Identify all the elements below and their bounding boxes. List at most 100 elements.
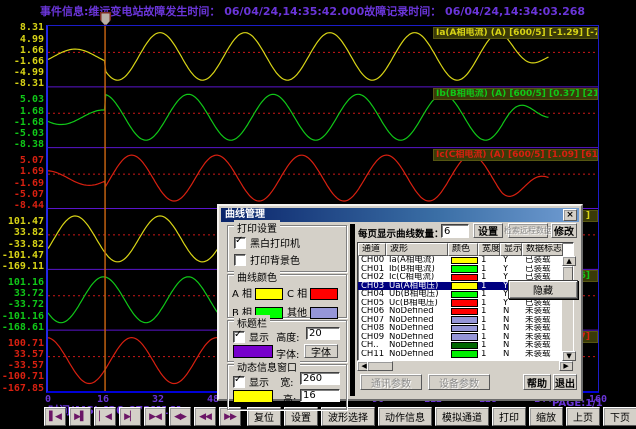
table-cell: [448, 290, 478, 299]
table-cell: 1: [478, 290, 500, 299]
checkbox-icon[interactable]: [234, 254, 246, 266]
vcr-button-5-icon[interactable]: ▶◀: [144, 407, 166, 426]
toolbar-button-5[interactable]: 模拟通道: [435, 407, 489, 426]
scroll-up-icon[interactable]: ▲: [562, 256, 576, 266]
row-color-swatch: [451, 299, 478, 307]
y-label-CH00: -1.66: [0, 56, 44, 67]
channel-table-body[interactable]: CH00Ia(A相电流)1Y已装载CH01Ib(B相电流)1Y已装载CH02Ic…: [358, 256, 573, 358]
info-width-input[interactable]: [300, 372, 340, 385]
exit-button[interactable]: 退出: [553, 374, 577, 390]
menu-item-hide[interactable]: 隐藏: [533, 282, 553, 297]
y-label-CH00: -8.31: [0, 78, 44, 89]
y-label-CH02: -5.07: [0, 189, 44, 200]
table-cell: [448, 316, 478, 325]
toolbar-button-9[interactable]: 下页: [603, 407, 636, 426]
row-color-swatch: [451, 325, 478, 333]
row-color-swatch: [451, 265, 478, 273]
table-cell: CH02: [358, 273, 386, 282]
row-color-swatch: [451, 342, 478, 350]
dynamic-info-title: 动态信息窗口: [234, 359, 300, 374]
table-cell: N: [500, 341, 522, 350]
table-cell: 1: [478, 256, 500, 265]
device-params-button[interactable]: 设备参数: [428, 374, 490, 390]
table-row-CH05[interactable]: CH05Uc(B相电压)1Y已装载: [358, 299, 573, 308]
cursor-pin-marker[interactable]: [100, 12, 111, 26]
table-cell: 1: [478, 282, 500, 291]
titlebar-color-swatch[interactable]: [233, 345, 273, 358]
col-header-1[interactable]: 通道: [358, 243, 386, 256]
table-row-CH01[interactable]: CH01Ib(B相电流)1Y已装载: [358, 265, 573, 274]
scroll-right-icon[interactable]: ▶: [559, 361, 573, 371]
col-header-5[interactable]: 显示: [500, 243, 522, 256]
scroll-down-icon[interactable]: ▼: [562, 351, 576, 361]
col-header-6[interactable]: 数据标志: [522, 243, 563, 256]
modify-button[interactable]: 修改: [551, 223, 577, 238]
comm-params-button[interactable]: 通讯参数: [360, 374, 422, 390]
table-cell: 未装载: [522, 316, 563, 325]
row-color-swatch: [451, 316, 478, 324]
vcr-button-6-icon[interactable]: ◀▶: [169, 407, 191, 426]
v-scrollbar[interactable]: ▲ ▼: [562, 256, 573, 361]
info-color-swatch[interactable]: [233, 390, 273, 403]
y-label-CH02: -8.44: [0, 200, 44, 211]
table-cell: CH00: [358, 256, 386, 265]
table-row-CH..[interactable]: CH..NoDefined1N未装载: [358, 341, 573, 350]
table-row-CH00[interactable]: CH00Ia(A相电流)1Y已装载: [358, 256, 573, 265]
y-label-CH03: -33.82: [0, 239, 44, 250]
show-checkbox[interactable]: [233, 331, 245, 343]
y-label-CH02: -1.69: [0, 178, 44, 189]
table-row-CH07[interactable]: CH07NoDefined1N未装载: [358, 316, 573, 325]
phase-label: 其他: [287, 308, 307, 319]
toolbar-button-8[interactable]: 上页: [566, 407, 600, 426]
retrieve-remote-button[interactable]: 检索远程数据: [508, 223, 548, 238]
help-button[interactable]: 帮助: [523, 374, 551, 390]
table-cell: NoDefined: [386, 316, 448, 325]
toolbar-button-7[interactable]: 缩放: [529, 407, 563, 426]
col-header-4[interactable]: 宽度: [478, 243, 500, 256]
show-checkbox[interactable]: [233, 376, 245, 388]
table-cell: N: [500, 307, 522, 316]
col-header-2[interactable]: 波形: [386, 243, 448, 256]
toolbar-button-6[interactable]: 打印: [492, 407, 526, 426]
per-page-input[interactable]: [441, 224, 469, 238]
channel-table-header[interactable]: 通道波形颜色宽度显示数据标志: [358, 243, 573, 256]
vcr-button-2-icon[interactable]: ▶▌: [69, 407, 91, 426]
info-height-input[interactable]: [300, 389, 340, 402]
table-cell: NoDefined: [386, 350, 448, 359]
table-row-CH06[interactable]: CH06NoDefined1N未装载: [358, 307, 573, 316]
table-cell: 未装载: [522, 307, 563, 316]
checkbox-icon[interactable]: [234, 237, 246, 249]
table-cell: Y: [500, 299, 522, 308]
table-cell: Ic(C相电流): [386, 273, 448, 282]
vcr-button-3-icon[interactable]: ▏◀: [94, 407, 116, 426]
print-bg-checkbox[interactable]: 打印背景色: [234, 252, 300, 267]
font-button[interactable]: 字体: [304, 344, 338, 358]
table-row-CH09[interactable]: CH09NoDefined1N未装载: [358, 333, 573, 342]
vcr-button-4-icon[interactable]: ▶▏: [119, 407, 141, 426]
bw-printer-checkbox[interactable]: 黑白打印机: [234, 235, 300, 250]
trace-CH01: [48, 94, 549, 140]
row-color-swatch: [451, 274, 478, 282]
vcr-button-1-icon[interactable]: ▌◀: [44, 407, 66, 426]
titlebar-height-input[interactable]: [306, 327, 340, 340]
close-icon[interactable]: ×: [563, 209, 577, 221]
panel-splitter[interactable]: [350, 224, 355, 396]
toolbar-button-4[interactable]: 动作信息: [378, 407, 432, 426]
h-scroll-thumb[interactable]: [367, 361, 393, 371]
col-header-3[interactable]: 颜色: [448, 243, 478, 256]
table-cell: Y: [500, 256, 522, 265]
channel-table[interactable]: 通道波形颜色宽度显示数据标志 CH00Ia(A相电流)1Y已装载CH01Ib(B…: [357, 242, 574, 361]
dynamic-info-group: 动态信息窗口 显示 宽: 高:: [227, 364, 347, 410]
vcr-button-7-icon[interactable]: ◀◀: [194, 407, 216, 426]
titlebar-show-row: 显示 高度:: [233, 329, 300, 344]
set-button[interactable]: 设置: [473, 223, 503, 238]
h-scrollbar[interactable]: ◀ ▶: [357, 361, 573, 371]
table-cell: 未装载: [522, 324, 563, 333]
table-cell: Ia(A相电流): [386, 256, 448, 265]
phase-color-swatch[interactable]: [310, 288, 338, 300]
y-label-CH00: 8.31: [0, 22, 44, 33]
phase-color-swatch[interactable]: [255, 288, 283, 300]
table-row-CH08[interactable]: CH08NoDefined1N未装载: [358, 324, 573, 333]
phase-color-swatch[interactable]: [310, 307, 338, 319]
table-row-CH11[interactable]: CH11NoDefined1N未装载: [358, 350, 573, 359]
